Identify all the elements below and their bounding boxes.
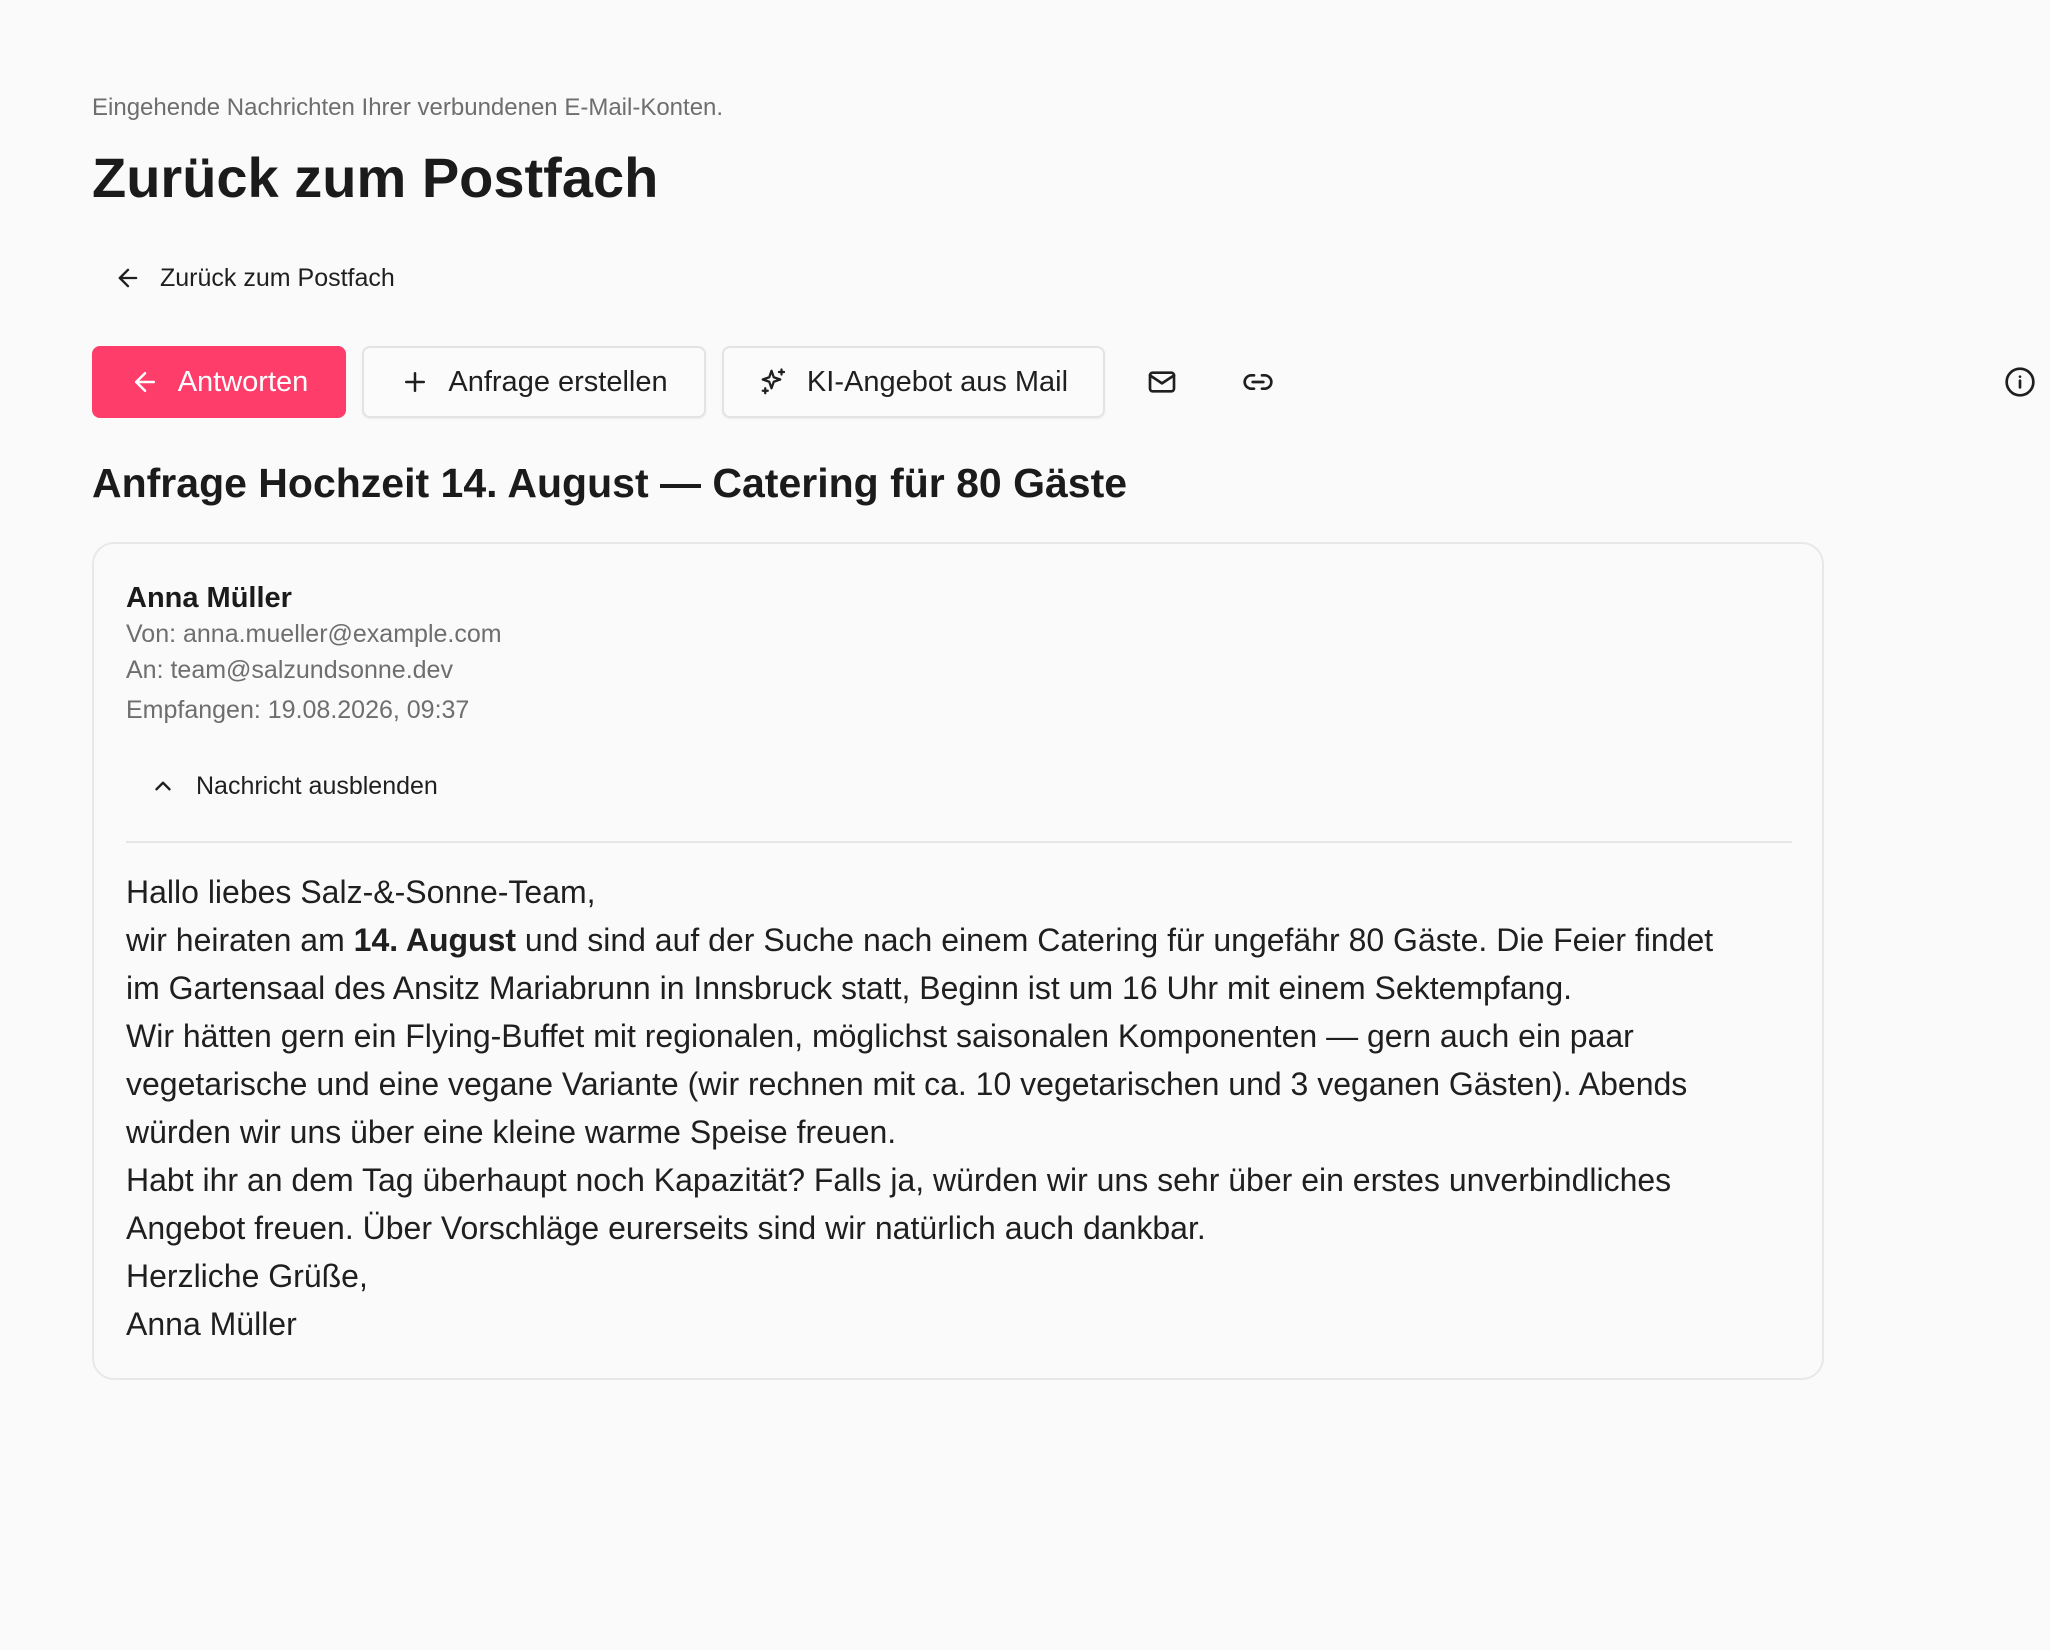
reply-button[interactable]: Antworten [92, 346, 346, 418]
mail-body-text: wir heiraten am [126, 922, 354, 958]
ai-offer-button[interactable]: KI-Angebot aus Mail [722, 346, 1105, 418]
ai-offer-label: KI-Angebot aus Mail [806, 365, 1069, 398]
page-title: Zurück zum Postfach [92, 146, 659, 209]
back-to-inbox-link[interactable]: Zurück zum Postfach [114, 258, 395, 298]
mail-subject: Anfrage Hochzeit 14. August — Catering f… [92, 460, 1128, 506]
arrow-left-icon [130, 367, 160, 397]
page-subtitle: Eingehende Nachrichten Ihrer verbundenen… [92, 94, 724, 121]
mail-card: Anna Müller Von: anna.mueller@example.co… [92, 542, 1824, 1380]
info-icon[interactable] [1996, 358, 2044, 406]
mail-body-line: Herzliche Grüße, [126, 1258, 368, 1294]
create-request-button[interactable]: Anfrage erstellen [362, 346, 706, 418]
mail-body-line: Angebot freuen. Über Vorschläge eurersei… [126, 1210, 1206, 1246]
reply-button-label: Antworten [177, 365, 309, 398]
mail-to: An: team@salzundsonne.dev [126, 656, 453, 684]
divider [126, 841, 1792, 843]
mail-from: Von: anna.mueller@example.com [126, 620, 502, 648]
hide-message-toggle[interactable]: Nachricht ausblenden [150, 766, 438, 806]
arrow-left-icon [114, 264, 142, 292]
mail-body-line: Hallo liebes Salz-&-Sonne-Team, [126, 874, 596, 910]
mail-body-line: vegetarische und eine vegane Variante (w… [126, 1066, 1688, 1102]
chevron-up-icon [150, 773, 176, 799]
hide-message-label: Nachricht ausblenden [196, 771, 438, 800]
sparkles-icon [759, 367, 789, 397]
mail-body-line: im Gartensaal des Ansitz Mariabrunn in I… [126, 970, 1572, 1006]
mail-body-bold-date: 14. August [353, 922, 517, 958]
plus-icon [400, 367, 430, 397]
link-icon[interactable] [1234, 358, 1282, 406]
mail-body-line: Wir hätten gern ein Flying-Buffet mit re… [126, 1018, 1634, 1054]
mail-body-line: Habt ihr an dem Tag überhaupt noch Kapaz… [126, 1162, 1672, 1198]
mail-body: Hallo liebes Salz-&-Sonne-Team, wir heir… [126, 868, 1806, 1348]
mail-body-line: würden wir uns über eine kleine warme Sp… [126, 1114, 897, 1150]
mail-body-text: und sind auf der Suche nach einem Cateri… [516, 922, 1714, 958]
back-to-inbox-label: Zurück zum Postfach [160, 263, 395, 292]
mail-body-line: wir heiraten am 14. August und sind auf … [126, 916, 1806, 964]
create-request-label: Anfrage erstellen [448, 365, 668, 398]
mail-received-date: Empfangen: 19.08.2026, 09:37 [126, 696, 470, 724]
envelope-icon[interactable] [1138, 358, 1186, 406]
mail-toolbar: Antworten Anfrage erstellen KI-Angebot a… [92, 346, 2050, 418]
sender-name: Anna Müller [126, 582, 292, 614]
mail-signature: Anna Müller [126, 1306, 297, 1342]
